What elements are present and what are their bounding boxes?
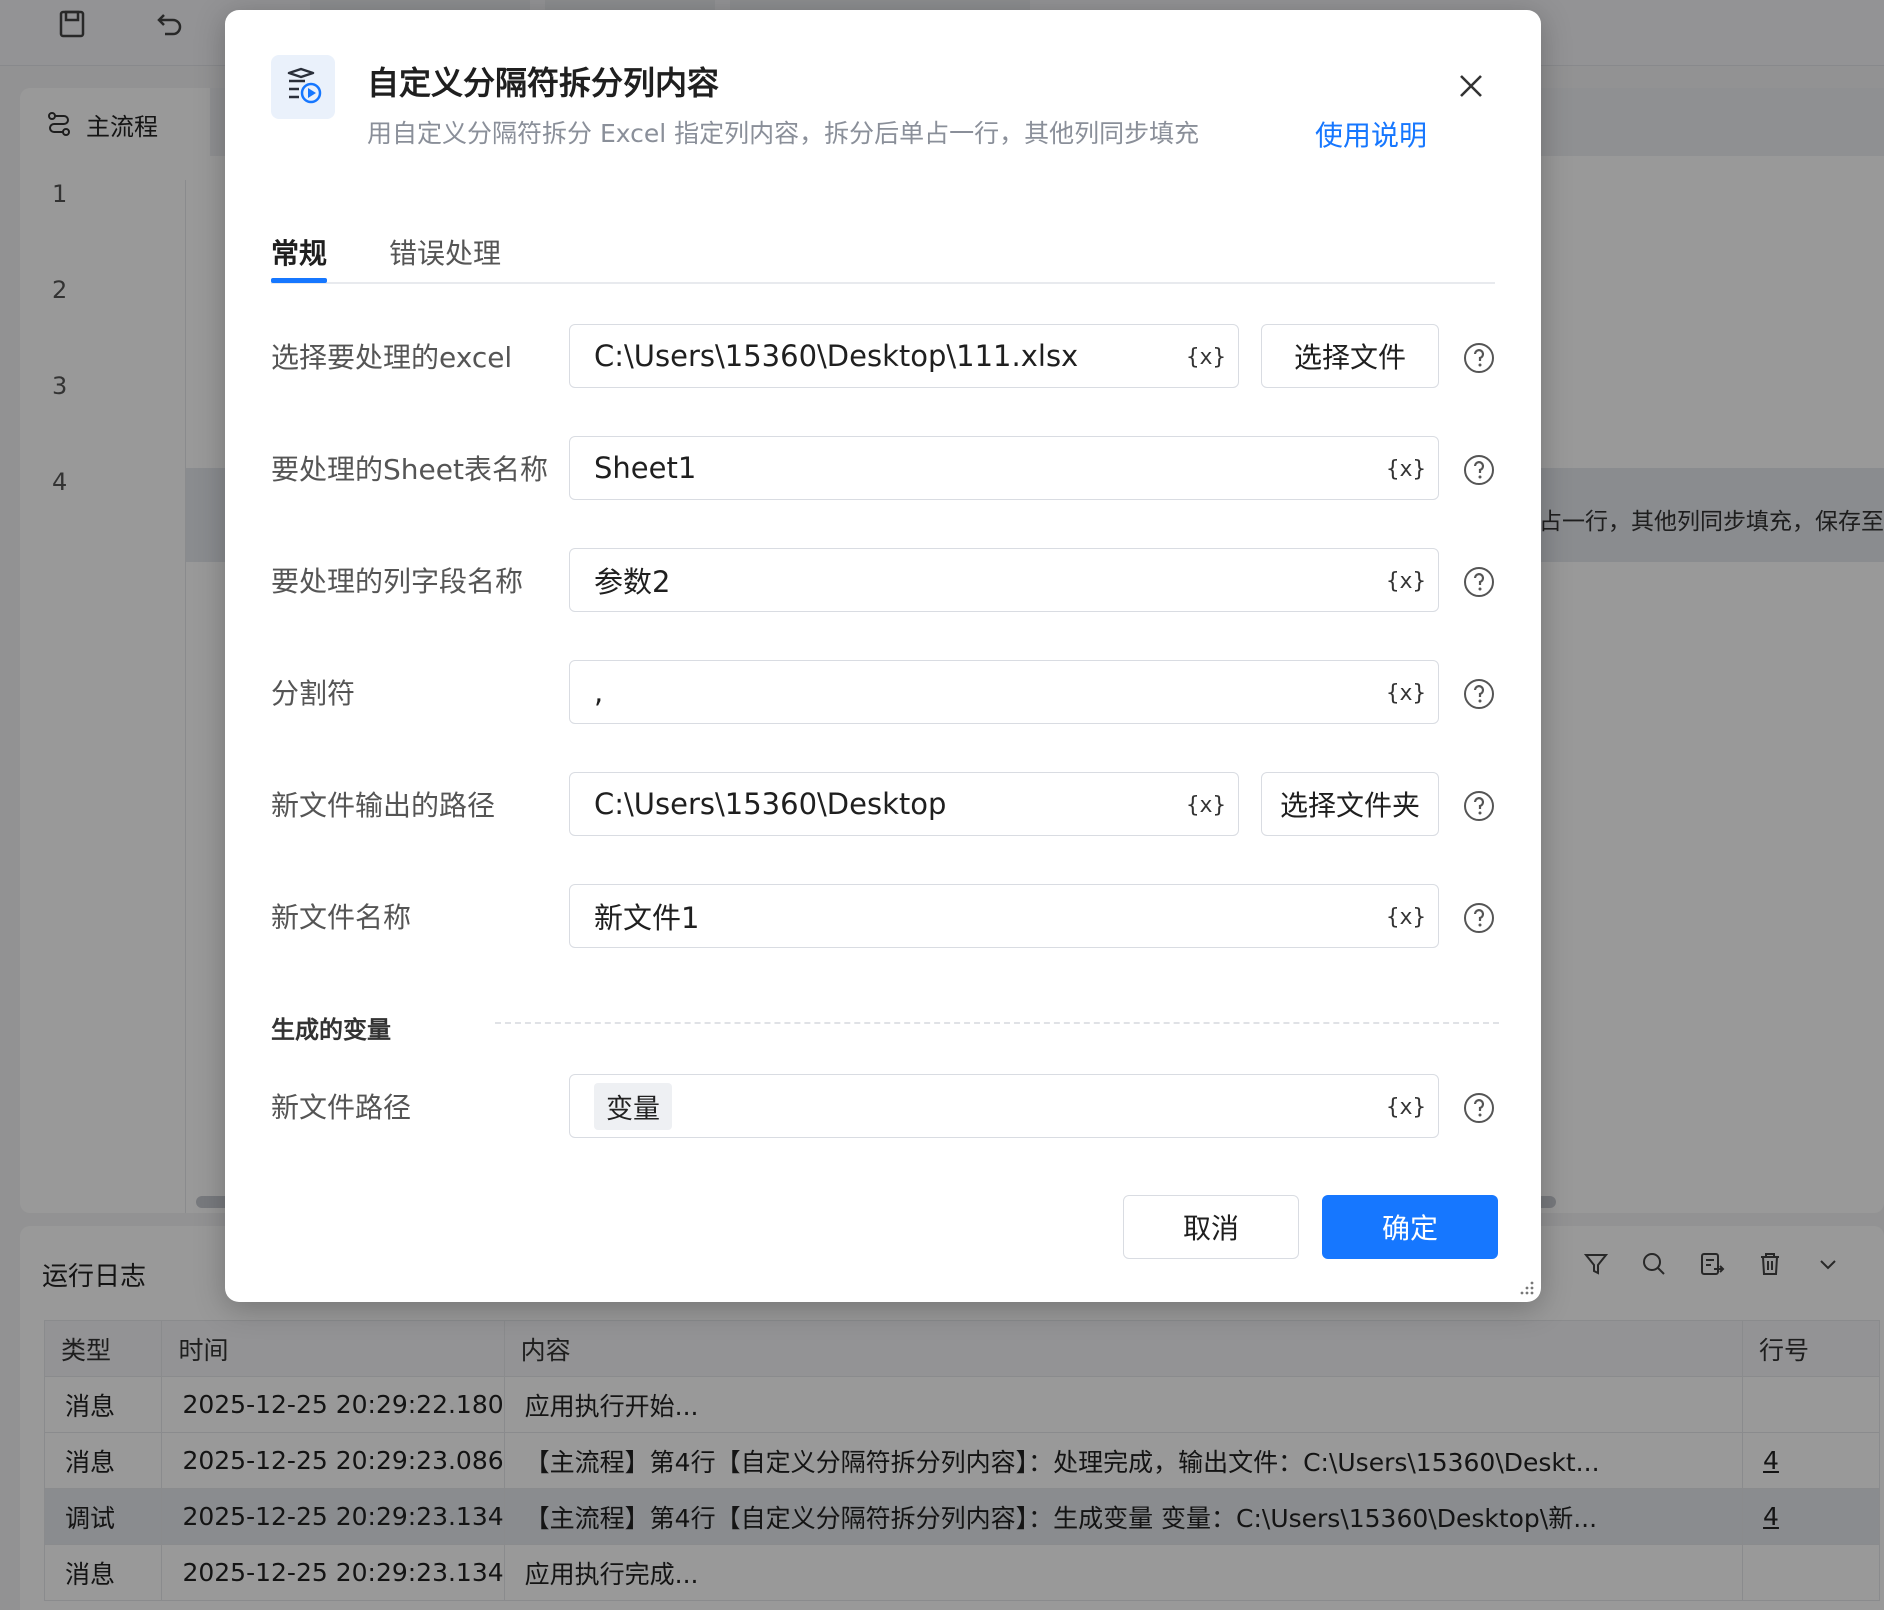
confirm-button[interactable]: 确定 [1322, 1195, 1498, 1259]
cancel-button[interactable]: 取消 [1123, 1195, 1299, 1259]
variable-picker-icon[interactable]: {x} [1186, 339, 1226, 375]
excel-path-value: C:\Users\15360\Desktop\111.xlsx [594, 339, 1079, 373]
help-icon[interactable] [1463, 566, 1495, 598]
variable-chip[interactable]: 变量 [594, 1082, 672, 1130]
variable-picker-icon[interactable]: {x} [1386, 675, 1426, 711]
command-logo-icon [271, 55, 335, 119]
output-path-value: C:\Users\15360\Desktop [594, 787, 947, 821]
help-icon[interactable] [1463, 790, 1495, 822]
variable-picker-icon[interactable]: {x} [1386, 451, 1426, 487]
help-icon[interactable] [1463, 342, 1495, 374]
variable-picker-icon[interactable]: {x} [1186, 787, 1226, 823]
sheet-name-input[interactable]: Sheet1 {x} [569, 436, 1439, 500]
close-icon[interactable] [1451, 66, 1491, 106]
resize-grip-icon[interactable] [1517, 1278, 1535, 1296]
active-tab-indicator [271, 278, 327, 283]
choose-file-button[interactable]: 选择文件 [1261, 324, 1439, 388]
file-name-value: 新文件1 [594, 901, 700, 935]
help-icon[interactable] [1463, 678, 1495, 710]
dialog-subtitle: 用自定义分隔符拆分 Excel 指定列内容，拆分后单占一行，其他列同步填充 [367, 119, 1200, 148]
file-name-input[interactable]: 新文件1 {x} [569, 884, 1439, 948]
help-icon[interactable] [1463, 454, 1495, 486]
variable-picker-icon[interactable]: {x} [1386, 899, 1426, 935]
output-section-title: 生成的变量 [271, 1016, 391, 1044]
tab-error-handling[interactable]: 错误处理 [389, 232, 501, 272]
delimiter-input[interactable]: , {x} [569, 660, 1439, 724]
excel-label: 选择要处理的excel [271, 341, 513, 374]
output-path-label: 新文件输出的路径 [271, 789, 496, 822]
variable-picker-icon[interactable]: {x} [1386, 1089, 1426, 1125]
column-name-value: 参数2 [594, 565, 671, 599]
dialog-title: 自定义分隔符拆分列内容 [367, 64, 720, 102]
dialog-tabs: 常规 错误处理 [271, 224, 1495, 284]
help-icon[interactable] [1463, 902, 1495, 934]
sheet-label: 要处理的Sheet表名称 [271, 453, 548, 486]
output-var-label: 新文件路径 [271, 1091, 412, 1124]
file-name-label: 新文件名称 [271, 901, 412, 934]
output-path-input[interactable]: C:\Users\15360\Desktop {x} [569, 772, 1239, 836]
output-var-input[interactable]: 变量 {x} [569, 1074, 1439, 1138]
excel-path-input[interactable]: C:\Users\15360\Desktop\111.xlsx {x} [569, 324, 1239, 388]
split-column-dialog: 自定义分隔符拆分列内容 用自定义分隔符拆分 Excel 指定列内容，拆分后单占一… [225, 10, 1541, 1302]
help-icon[interactable] [1463, 1092, 1495, 1124]
help-link[interactable]: 使用说明 [1315, 114, 1427, 154]
section-divider [495, 1022, 1499, 1024]
delimiter-value: , [594, 675, 604, 709]
tab-general[interactable]: 常规 [271, 232, 327, 272]
choose-folder-button[interactable]: 选择文件夹 [1261, 772, 1439, 836]
delimiter-label: 分割符 [271, 677, 356, 710]
sheet-name-value: Sheet1 [594, 451, 697, 485]
variable-picker-icon[interactable]: {x} [1386, 563, 1426, 599]
column-name-input[interactable]: 参数2 {x} [569, 548, 1439, 612]
column-label: 要处理的列字段名称 [271, 565, 524, 598]
